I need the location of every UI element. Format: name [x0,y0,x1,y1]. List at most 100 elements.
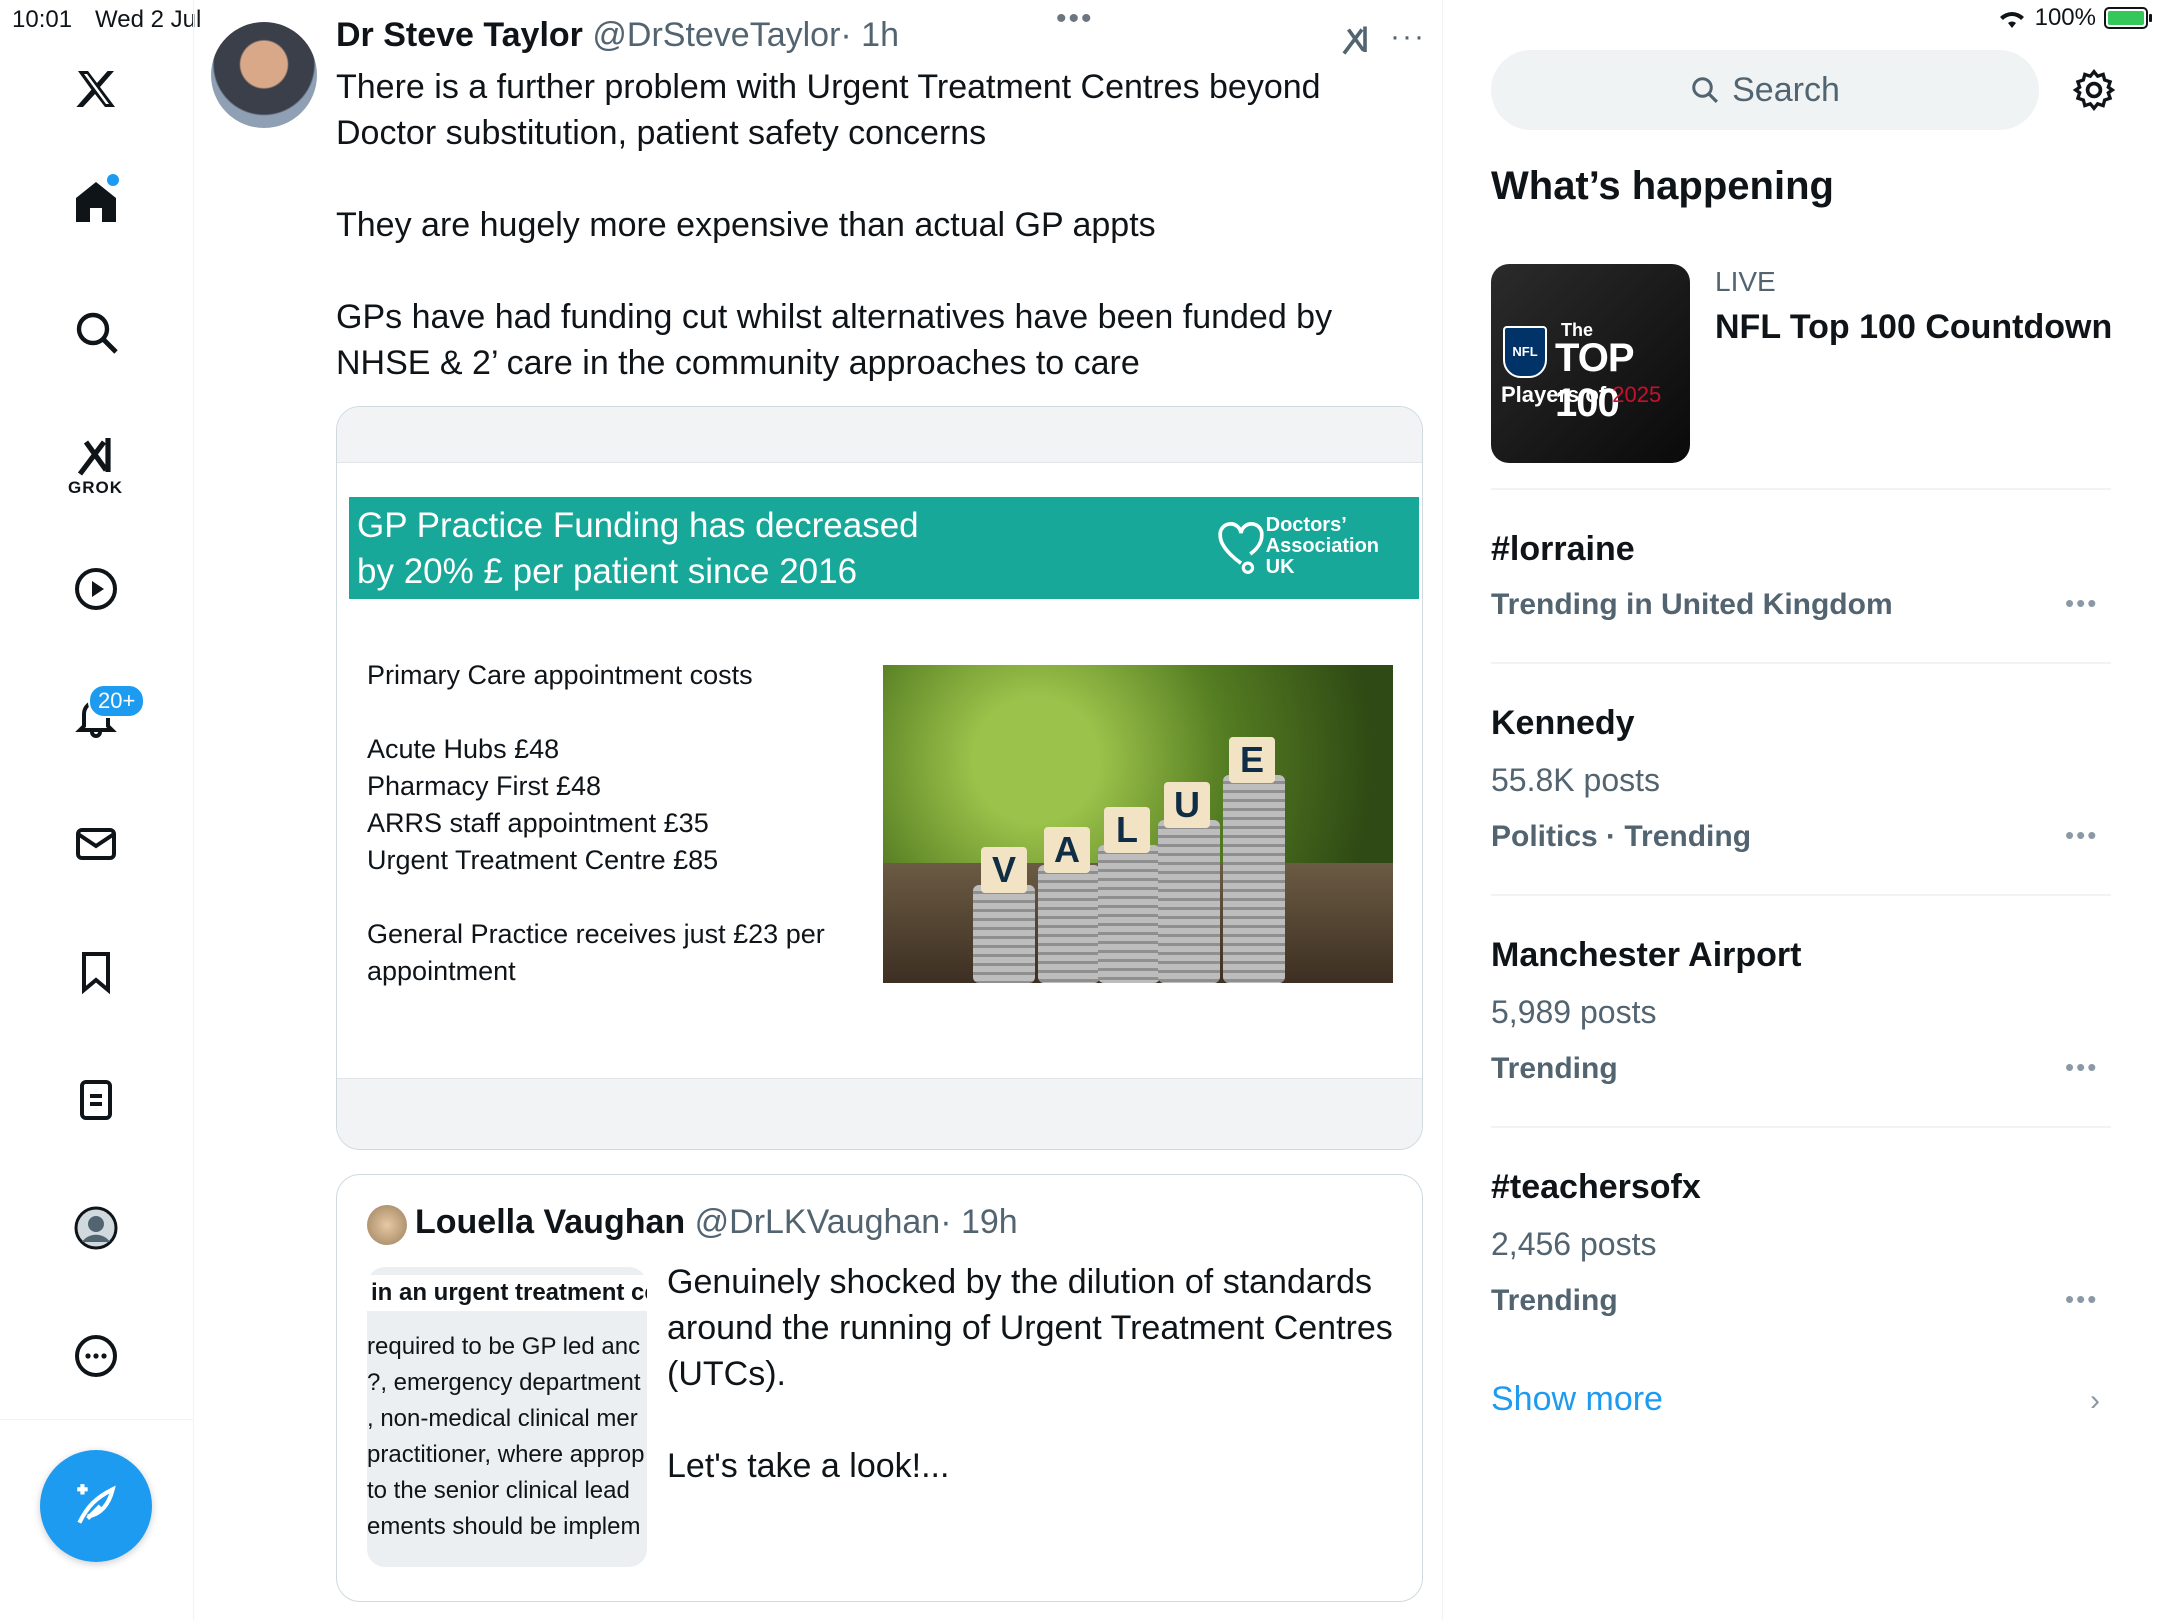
logo-text: Association [1265,535,1379,557]
quote-text: Genuinely shocked by the dilution of sta… [667,1259,1397,1535]
notification-badge: 20+ [88,684,146,718]
trend-title[interactable]: Kennedy [1491,704,1635,743]
thumb-line: in an urgent treatment ce [367,1275,647,1311]
quote-paragraph: Genuinely shocked by the dilution of sta… [667,1263,1393,1393]
daUK-logo: Doctors’ Association UK [1266,515,1379,578]
value-cube: E [1229,737,1275,783]
profile-avatar-icon[interactable] [52,1184,140,1272]
author-avatar[interactable] [211,22,317,128]
slide-cost-list: Primary Care appointment costs Acute Hub… [367,657,825,990]
banner-line: by 20% £ per patient since 2016 [357,552,858,591]
trend-count: 5,989 posts [1491,994,1657,1030]
home-unread-dot [107,174,119,186]
list-item: Acute Hubs £48 [367,734,560,764]
trend-title[interactable]: #lorraine [1491,530,1635,569]
video-icon[interactable] [52,545,140,633]
value-cube: A [1044,827,1090,873]
home-icon[interactable] [52,158,140,246]
tweet-more-icon[interactable]: ··· [1390,20,1426,54]
list-title: Primary Care appointment costs [367,660,753,690]
quoted-tweet[interactable]: Louella Vaughan @DrLKVaughan· 19h in an … [336,1174,1423,1602]
tweet-text: There is a further problem with Urgent T… [336,64,1336,432]
author-handle[interactable]: @DrSteveTaylor [592,16,840,54]
thumb-players: Players of [1501,382,1613,407]
nfl-shield-icon: NFL [1503,326,1547,378]
trend-more-icon[interactable]: ••• [2065,820,2098,851]
grok-explain-icon[interactable] [1338,20,1374,60]
tweet-paragraph: There is a further problem with Urgent T… [336,68,1321,152]
trend-meta: Trending [1491,1052,1618,1085]
thumb-line: required to be GP led anc [367,1333,641,1360]
logo-text: Doctors’ [1265,514,1347,536]
value-cube: L [1104,807,1150,853]
trend-more-icon[interactable]: ••• [2065,1052,2098,1083]
thumb-line: ements should be implem [367,1513,641,1540]
thumb-text: Players of 2025 [1501,382,1661,408]
list-footer: appointment [367,956,516,986]
window-grabber-icon[interactable]: ••• [1056,2,1094,36]
search-icon [1692,77,1719,104]
quote-author-handle: @DrLKVaughan [694,1203,941,1241]
thumb-line: , non-medical clinical mer [367,1405,638,1432]
slide-banner: GP Practice Funding has decreased by 20% … [349,497,1419,599]
compose-post-button[interactable] [40,1450,152,1562]
divider [1491,1126,2111,1128]
thumb-line: to the senior clinical lead [367,1477,630,1504]
battery-percent: 100% [2034,4,2096,31]
trend-meta: Trending [1491,1284,1618,1317]
thumb-year: 2025 [1612,382,1662,407]
trend-count: 55.8K posts [1491,762,1660,798]
bookmarks-icon[interactable] [52,928,140,1016]
trend-more-icon[interactable]: ••• [2065,588,2098,619]
trend-title[interactable]: #teachersofx [1491,1168,1701,1207]
quote-header: Louella Vaughan @DrLKVaughan· 19h [415,1203,1018,1242]
quote-author-avatar [367,1205,407,1245]
list-item: Pharmacy First £48 [367,771,602,801]
trend-title[interactable]: Manchester Airport [1491,936,1801,975]
thumb-line: ?, emergency department [367,1369,641,1396]
live-label: LIVE [1715,266,1776,297]
value-cube: U [1164,782,1210,828]
tweet-media-image[interactable]: GP Practice Funding has decreased by 20% … [336,406,1423,1150]
divider [1491,488,2111,490]
wifi-icon [1999,12,2024,28]
search-placeholder: Search [1732,70,1840,109]
battery-icon [2104,7,2152,29]
logo-text: UK [1265,556,1295,578]
tweet-time[interactable]: · 1h [840,16,899,54]
divider [1491,662,2111,664]
search-input[interactable]: Search [1491,50,2039,130]
quote-paragraph: Let's take a look!... [667,1447,950,1485]
live-event-title[interactable]: NFL Top 100 Countdown [1715,308,2112,347]
banner-line: GP Practice Funding has decreased [357,506,919,545]
tweet-paragraph: They are hugely more expensive than actu… [336,206,1156,244]
divider [1491,894,2111,896]
trend-meta: Trending in United Kingdom [1491,588,1893,621]
whats-happening-title: What’s happening [1491,164,1834,208]
author-name[interactable]: Dr Steve Taylor [336,16,583,54]
trend-meta: Politics · Trending [1491,820,1752,853]
nfl-thumbnail[interactable]: NFL The TOP 100 Players of 2025 [1491,264,1690,463]
list-item: Urgent Treatment Centre £85 [367,845,719,875]
lists-icon[interactable] [52,1056,140,1144]
thumb-line: practitioner, where approp [367,1441,645,1468]
more-icon[interactable] [52,1312,140,1400]
search-icon[interactable] [52,288,140,376]
value-coins-photo: V A L U E [883,665,1393,983]
quote-time: · 19h [940,1203,1018,1241]
timeline: ••• Dr Steve Taylor @DrSteveTaylor· 1h ·… [194,0,1443,1620]
quote-author-name: Louella Vaughan [415,1203,686,1241]
settings-gear-icon[interactable] [2072,68,2116,112]
x-logo-icon[interactable] [52,45,140,133]
messages-icon[interactable] [52,800,140,888]
compose-feather-icon [77,1484,116,1524]
thumb-text: TOP 100 [1555,336,1634,425]
trend-more-icon[interactable]: ••• [2065,1284,2098,1315]
chevron-right-icon[interactable]: › [2090,1384,2100,1418]
stethoscope-heart-icon [1218,522,1264,574]
list-footer: General Practice receives just £23 per [367,919,825,949]
show-more-link[interactable]: Show more [1491,1380,1663,1419]
grok-label: GROK [68,478,123,497]
left-nav: GROK 20+ [0,0,194,1620]
quote-thumbnail: in an urgent treatment ce required to be… [367,1267,647,1567]
